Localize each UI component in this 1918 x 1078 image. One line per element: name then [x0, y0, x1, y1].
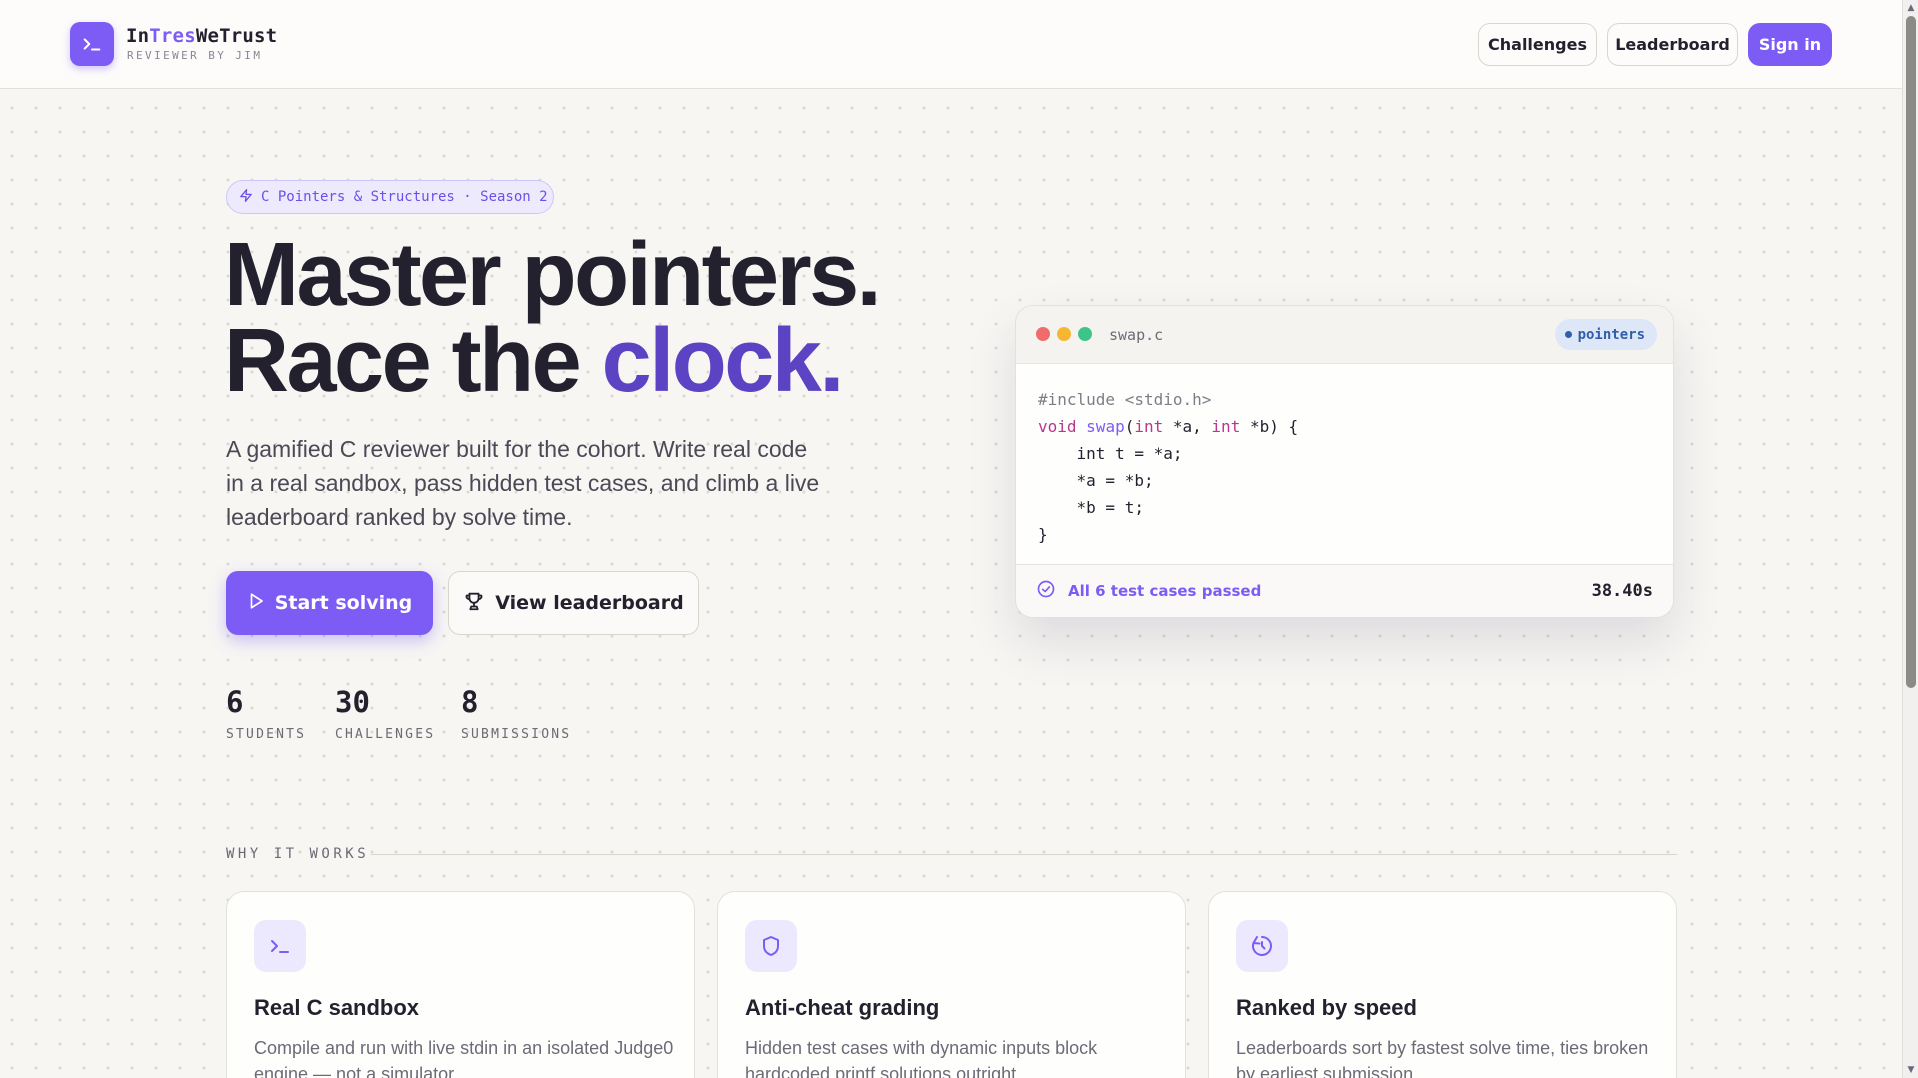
view-leaderboard-label: View leaderboard	[495, 592, 684, 614]
stat-submissions: 8 SUBMISSIONS	[461, 685, 571, 742]
stat-value: 30	[335, 685, 370, 719]
code-token-text: *b) {	[1240, 417, 1299, 436]
page-scrollbar[interactable]: ▲ ▼	[1902, 0, 1918, 1078]
tag-dot-icon	[1564, 331, 1572, 338]
scroll-up-arrow-icon[interactable]: ▲	[1906, 3, 1916, 13]
feature-card-speed: Ranked by speed Leaderboards sort by fas…	[1208, 891, 1677, 1078]
stat-value: 6	[226, 685, 244, 719]
trophy-icon	[463, 590, 485, 617]
feature-description: Leaderboards sort by fastest solve time,…	[1236, 1038, 1649, 1078]
nav-leaderboard-button[interactable]: Leaderboard	[1607, 23, 1738, 66]
code-window-titlebar: swap.c pointers	[1016, 306, 1673, 364]
brand-name-accent: Tres	[149, 25, 196, 47]
code-line: }	[1038, 525, 1048, 544]
season-badge: C Pointers & Structures · Season 2	[226, 180, 554, 214]
code-line: *b = t;	[1038, 498, 1144, 517]
feature-title: Ranked by speed	[1236, 995, 1417, 1020]
window-close-dot	[1036, 327, 1050, 341]
code-line: int t = *a;	[1038, 444, 1183, 463]
start-solving-button[interactable]: Start solving	[226, 571, 433, 635]
sign-in-button[interactable]: Sign in	[1748, 23, 1832, 66]
top-header: InTresWeTrust REVIEWER BY JIM Challenges…	[0, 0, 1902, 89]
scroll-down-arrow-icon[interactable]: ▼	[1906, 1065, 1916, 1075]
hero-title-line-2: Race the clock.	[224, 316, 879, 406]
code-preview-card: swap.c pointers #include <stdio.h> void s…	[1015, 305, 1674, 618]
terminal-icon	[254, 920, 306, 972]
stat-challenges: 30 CHALLENGES	[335, 685, 435, 742]
code-file-name: swap.c	[1109, 326, 1164, 344]
code-line: #include <stdio.h>	[1038, 390, 1212, 409]
check-circle-icon	[1036, 579, 1056, 603]
season-badge-text: C Pointers & Structures · Season 2	[261, 189, 548, 205]
stat-label: SUBMISSIONS	[461, 727, 572, 742]
brand-name[interactable]: InTresWeTrust	[126, 25, 277, 47]
stat-students: 6 STUDENTS	[226, 685, 306, 742]
solve-time: 38.40s	[1591, 581, 1653, 601]
hero-title: Master pointers. Race the clock.	[224, 225, 882, 406]
brand-name-pre: In	[126, 25, 150, 47]
code-line: void swap(int *a, int *b) {	[1038, 417, 1299, 436]
code-token-keyword: int	[1211, 417, 1241, 436]
window-maximize-dot	[1078, 327, 1092, 341]
hero-title-line-1: Master pointers.	[224, 225, 882, 325]
section-label: WHY IT WORKS	[226, 846, 370, 862]
stat-label: STUDENTS	[226, 727, 307, 742]
feature-description: Hidden test cases with dynamic inputs bl…	[745, 1038, 1098, 1078]
timer-icon	[1236, 920, 1288, 972]
brand-subtitle: REVIEWER BY JIM	[127, 49, 263, 62]
feature-card-anticheat: Anti-cheat grading Hidden test cases wit…	[717, 891, 1186, 1078]
feature-title: Real C sandbox	[254, 995, 420, 1020]
scrollbar-thumb[interactable]	[1906, 16, 1916, 688]
test-status-text: All 6 test cases passed	[1068, 582, 1262, 600]
code-token-keyword: void	[1038, 417, 1077, 436]
code-token-function: swap	[1086, 417, 1125, 436]
stat-value: 8	[461, 685, 479, 719]
shield-icon	[745, 920, 797, 972]
nav-challenges-button[interactable]: Challenges	[1478, 23, 1597, 66]
section-divider	[371, 854, 1677, 855]
code-token-text: *a,	[1163, 417, 1212, 436]
feature-card-sandbox: Real C sandbox Compile and run with live…	[226, 891, 695, 1078]
hero-title-line-2-text: Race the	[224, 311, 602, 411]
logo-icon[interactable]	[70, 22, 114, 66]
window-minimize-dot	[1057, 327, 1071, 341]
view-leaderboard-button[interactable]: View leaderboard	[448, 571, 699, 635]
topic-tag-label: pointers	[1577, 326, 1645, 343]
feature-description: Compile and run with live stdin in an is…	[254, 1038, 674, 1078]
code-token-keyword: int	[1134, 417, 1164, 436]
hero-description: A gamified C reviewer built for the coho…	[226, 436, 820, 530]
lightning-icon	[239, 188, 253, 207]
topic-tag: pointers	[1554, 319, 1657, 350]
hero-title-accent: clock.	[601, 311, 845, 411]
start-solving-label: Start solving	[274, 592, 413, 614]
code-line: *a = *b;	[1038, 471, 1154, 490]
code-result-bar: All 6 test cases passed 38.40s	[1016, 564, 1673, 617]
play-icon	[247, 592, 265, 615]
feature-title: Anti-cheat grading	[745, 995, 940, 1020]
stat-label: CHALLENGES	[335, 727, 436, 742]
brand-name-post: WeTrust	[195, 25, 278, 47]
code-block: #include <stdio.h> void swap(int *a, int …	[1016, 364, 1673, 566]
